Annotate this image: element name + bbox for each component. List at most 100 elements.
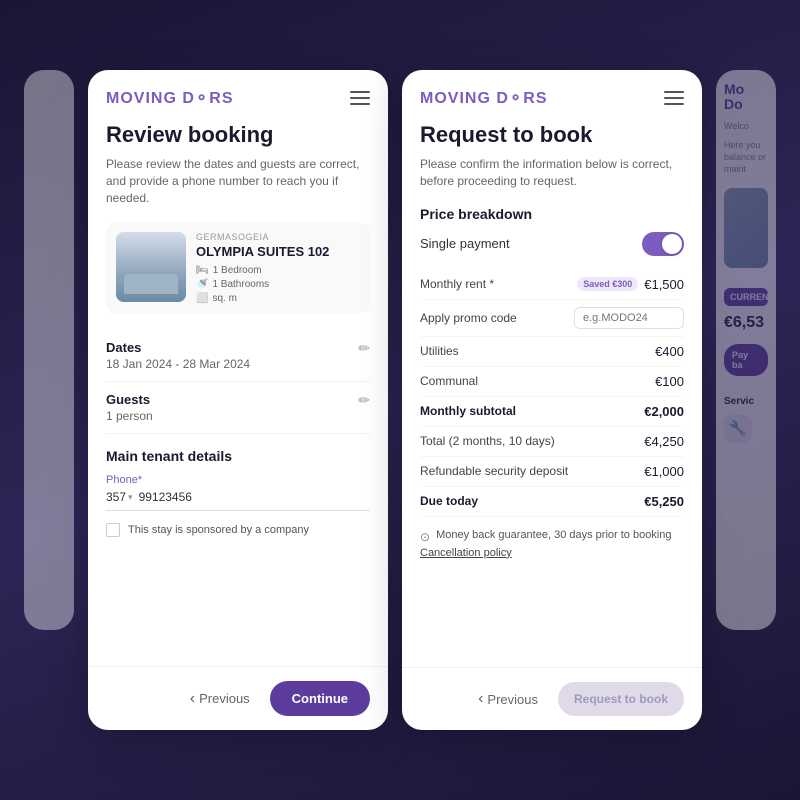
due-today-row: Due today €5,250 xyxy=(420,487,684,517)
area-icon: ⬜ xyxy=(196,293,208,304)
checkmark-icon: ⊙ xyxy=(420,530,430,544)
property-bedrooms: 🛏 1 Bedroom xyxy=(196,265,360,276)
guests-edit-icon[interactable]: ✏ xyxy=(358,392,370,409)
continue-button[interactable]: Continue xyxy=(270,681,370,716)
left-menu-icon[interactable] xyxy=(350,91,370,105)
monthly-subtotal-label: Monthly subtotal xyxy=(420,404,516,418)
promo-code-row: Apply promo code xyxy=(420,300,684,337)
dates-value: 18 Jan 2024 - 28 Mar 2024 xyxy=(106,357,358,371)
partial-service-icon: 🔧 xyxy=(724,415,752,443)
total-label: Total (2 months, 10 days) xyxy=(420,434,555,448)
right-card-footer: Previous Request to book xyxy=(402,667,702,730)
company-checkbox-row[interactable]: This stay is sponsored by a company xyxy=(106,523,370,537)
single-payment-label: Single payment xyxy=(420,236,510,251)
bed-icon: 🛏 xyxy=(196,265,209,276)
security-deposit-label: Refundable security deposit xyxy=(420,464,568,478)
left-card-footer: Previous Continue xyxy=(88,666,388,730)
partial-current-badge: CURRENT xyxy=(724,288,768,306)
right-logo: MOVING D⚬RS xyxy=(420,88,548,108)
left-card-title: Review booking xyxy=(106,122,370,148)
money-back-text: Money back guarantee, 30 days prior to b… xyxy=(436,529,671,541)
phone-input-row[interactable]: 357 ▾ 99123456 xyxy=(106,490,370,511)
property-size: ⬜ sq. m xyxy=(196,293,360,304)
phone-number: 99123456 xyxy=(139,490,192,504)
utilities-value: €400 xyxy=(655,344,684,359)
bath-icon: 🚿 xyxy=(196,279,208,290)
monthly-rent-right: Saved €300 €1,500 xyxy=(577,277,684,292)
promo-code-label: Apply promo code xyxy=(420,311,517,325)
property-location: GERMASOGEIA xyxy=(196,232,360,242)
monthly-rent-row: Monthly rent * Saved €300 €1,500 xyxy=(420,270,684,300)
communal-label: Communal xyxy=(420,374,478,388)
request-to-book-button[interactable]: Request to book xyxy=(558,682,684,716)
dates-row: Dates 18 Jan 2024 - 28 Mar 2024 ✏ xyxy=(106,330,370,382)
property-bathrooms: 🚿 1 Bathrooms xyxy=(196,279,360,290)
company-checkbox[interactable] xyxy=(106,523,120,537)
partial-pay-btn: Pay ba xyxy=(724,344,768,376)
partial-right-card: Mo Do Welco Here you balance or maint CU… xyxy=(716,70,776,630)
guests-label: Guests xyxy=(106,392,358,407)
price-section-title: Price breakdown xyxy=(420,206,684,222)
dates-edit-icon[interactable]: ✏ xyxy=(358,340,370,357)
property-features: 🛏 1 Bedroom 🚿 1 Bathrooms ⬜ sq. m xyxy=(196,265,360,304)
communal-value: €100 xyxy=(655,374,684,389)
left-previous-button[interactable]: Previous xyxy=(180,682,260,716)
property-image xyxy=(116,232,186,302)
dates-label: Dates xyxy=(106,340,358,355)
left-card-header: MOVING D⚬RS xyxy=(88,70,388,118)
right-card-header: MOVING D⚬RS xyxy=(402,70,702,118)
company-checkbox-label: This stay is sponsored by a company xyxy=(128,524,309,536)
monthly-subtotal-value: €2,000 xyxy=(644,404,684,419)
single-payment-toggle[interactable] xyxy=(642,232,684,256)
phone-country-code: 357 xyxy=(106,490,126,504)
cancellation-link[interactable]: Cancellation policy xyxy=(420,547,684,559)
right-previous-button[interactable]: Previous xyxy=(468,682,548,716)
security-deposit-value: €1,000 xyxy=(644,464,684,479)
partial-amount: €6,53 xyxy=(724,314,768,332)
due-today-value: €5,250 xyxy=(644,494,684,509)
total-value: €4,250 xyxy=(644,434,684,449)
property-info: GERMASOGEIA OLYMPIA SUITES 102 🛏 1 Bedro… xyxy=(196,232,360,304)
guests-row: Guests 1 person ✏ xyxy=(106,382,370,434)
partial-welcome: Welco xyxy=(724,121,768,133)
bedrooms-text: 1 Bedroom xyxy=(213,265,262,276)
partial-image xyxy=(724,188,768,268)
phone-dropdown-icon[interactable]: ▾ xyxy=(128,492,133,503)
left-card-body: Review booking Please review the dates a… xyxy=(88,118,388,666)
property-card: GERMASOGEIA OLYMPIA SUITES 102 🛏 1 Bedro… xyxy=(106,222,370,314)
tenant-section-title: Main tenant details xyxy=(106,448,370,464)
total-row: Total (2 months, 10 days) €4,250 xyxy=(420,427,684,457)
utilities-row: Utilities €400 xyxy=(420,337,684,367)
phone-country: 357 ▾ xyxy=(106,490,133,504)
right-menu-icon[interactable] xyxy=(664,91,684,105)
monthly-rent-label: Monthly rent * xyxy=(420,277,494,291)
size-text: sq. m xyxy=(212,293,236,304)
security-deposit-row: Refundable security deposit €1,000 xyxy=(420,457,684,487)
guests-value: 1 person xyxy=(106,409,358,423)
saved-badge: Saved €300 xyxy=(577,277,638,291)
right-card-subtitle: Please confirm the information below is … xyxy=(420,156,684,190)
right-card-title: Request to book xyxy=(420,122,684,148)
left-logo: MOVING D⚬RS xyxy=(106,88,234,108)
promo-code-input[interactable] xyxy=(574,307,684,329)
due-today-label: Due today xyxy=(420,494,478,508)
property-name: OLYMPIA SUITES 102 xyxy=(196,244,360,259)
request-to-book-card: MOVING D⚬RS Request to book Please confi… xyxy=(402,70,702,730)
money-back-row: ⊙ Money back guarantee, 30 days prior to… xyxy=(420,529,684,544)
bathrooms-text: 1 Bathrooms xyxy=(212,279,269,290)
review-booking-card: MOVING D⚬RS Review booking Please review… xyxy=(88,70,388,730)
guests-info: Guests 1 person xyxy=(106,392,358,423)
right-card-body: Request to book Please confirm the infor… xyxy=(402,118,702,667)
phone-field-label: Phone* xyxy=(106,474,370,486)
monthly-rent-value: €1,500 xyxy=(644,277,684,292)
left-card-subtitle: Please review the dates and guests are c… xyxy=(106,156,370,206)
partial-service: Servic xyxy=(724,396,768,407)
communal-row: Communal €100 xyxy=(420,367,684,397)
utilities-label: Utilities xyxy=(420,344,459,358)
toggle-knob xyxy=(662,234,682,254)
partial-left-card xyxy=(24,70,74,630)
single-payment-row: Single payment xyxy=(420,232,684,256)
dates-info: Dates 18 Jan 2024 - 28 Mar 2024 xyxy=(106,340,358,371)
partial-logo: Mo Do xyxy=(724,82,768,113)
monthly-subtotal-row: Monthly subtotal €2,000 xyxy=(420,397,684,427)
